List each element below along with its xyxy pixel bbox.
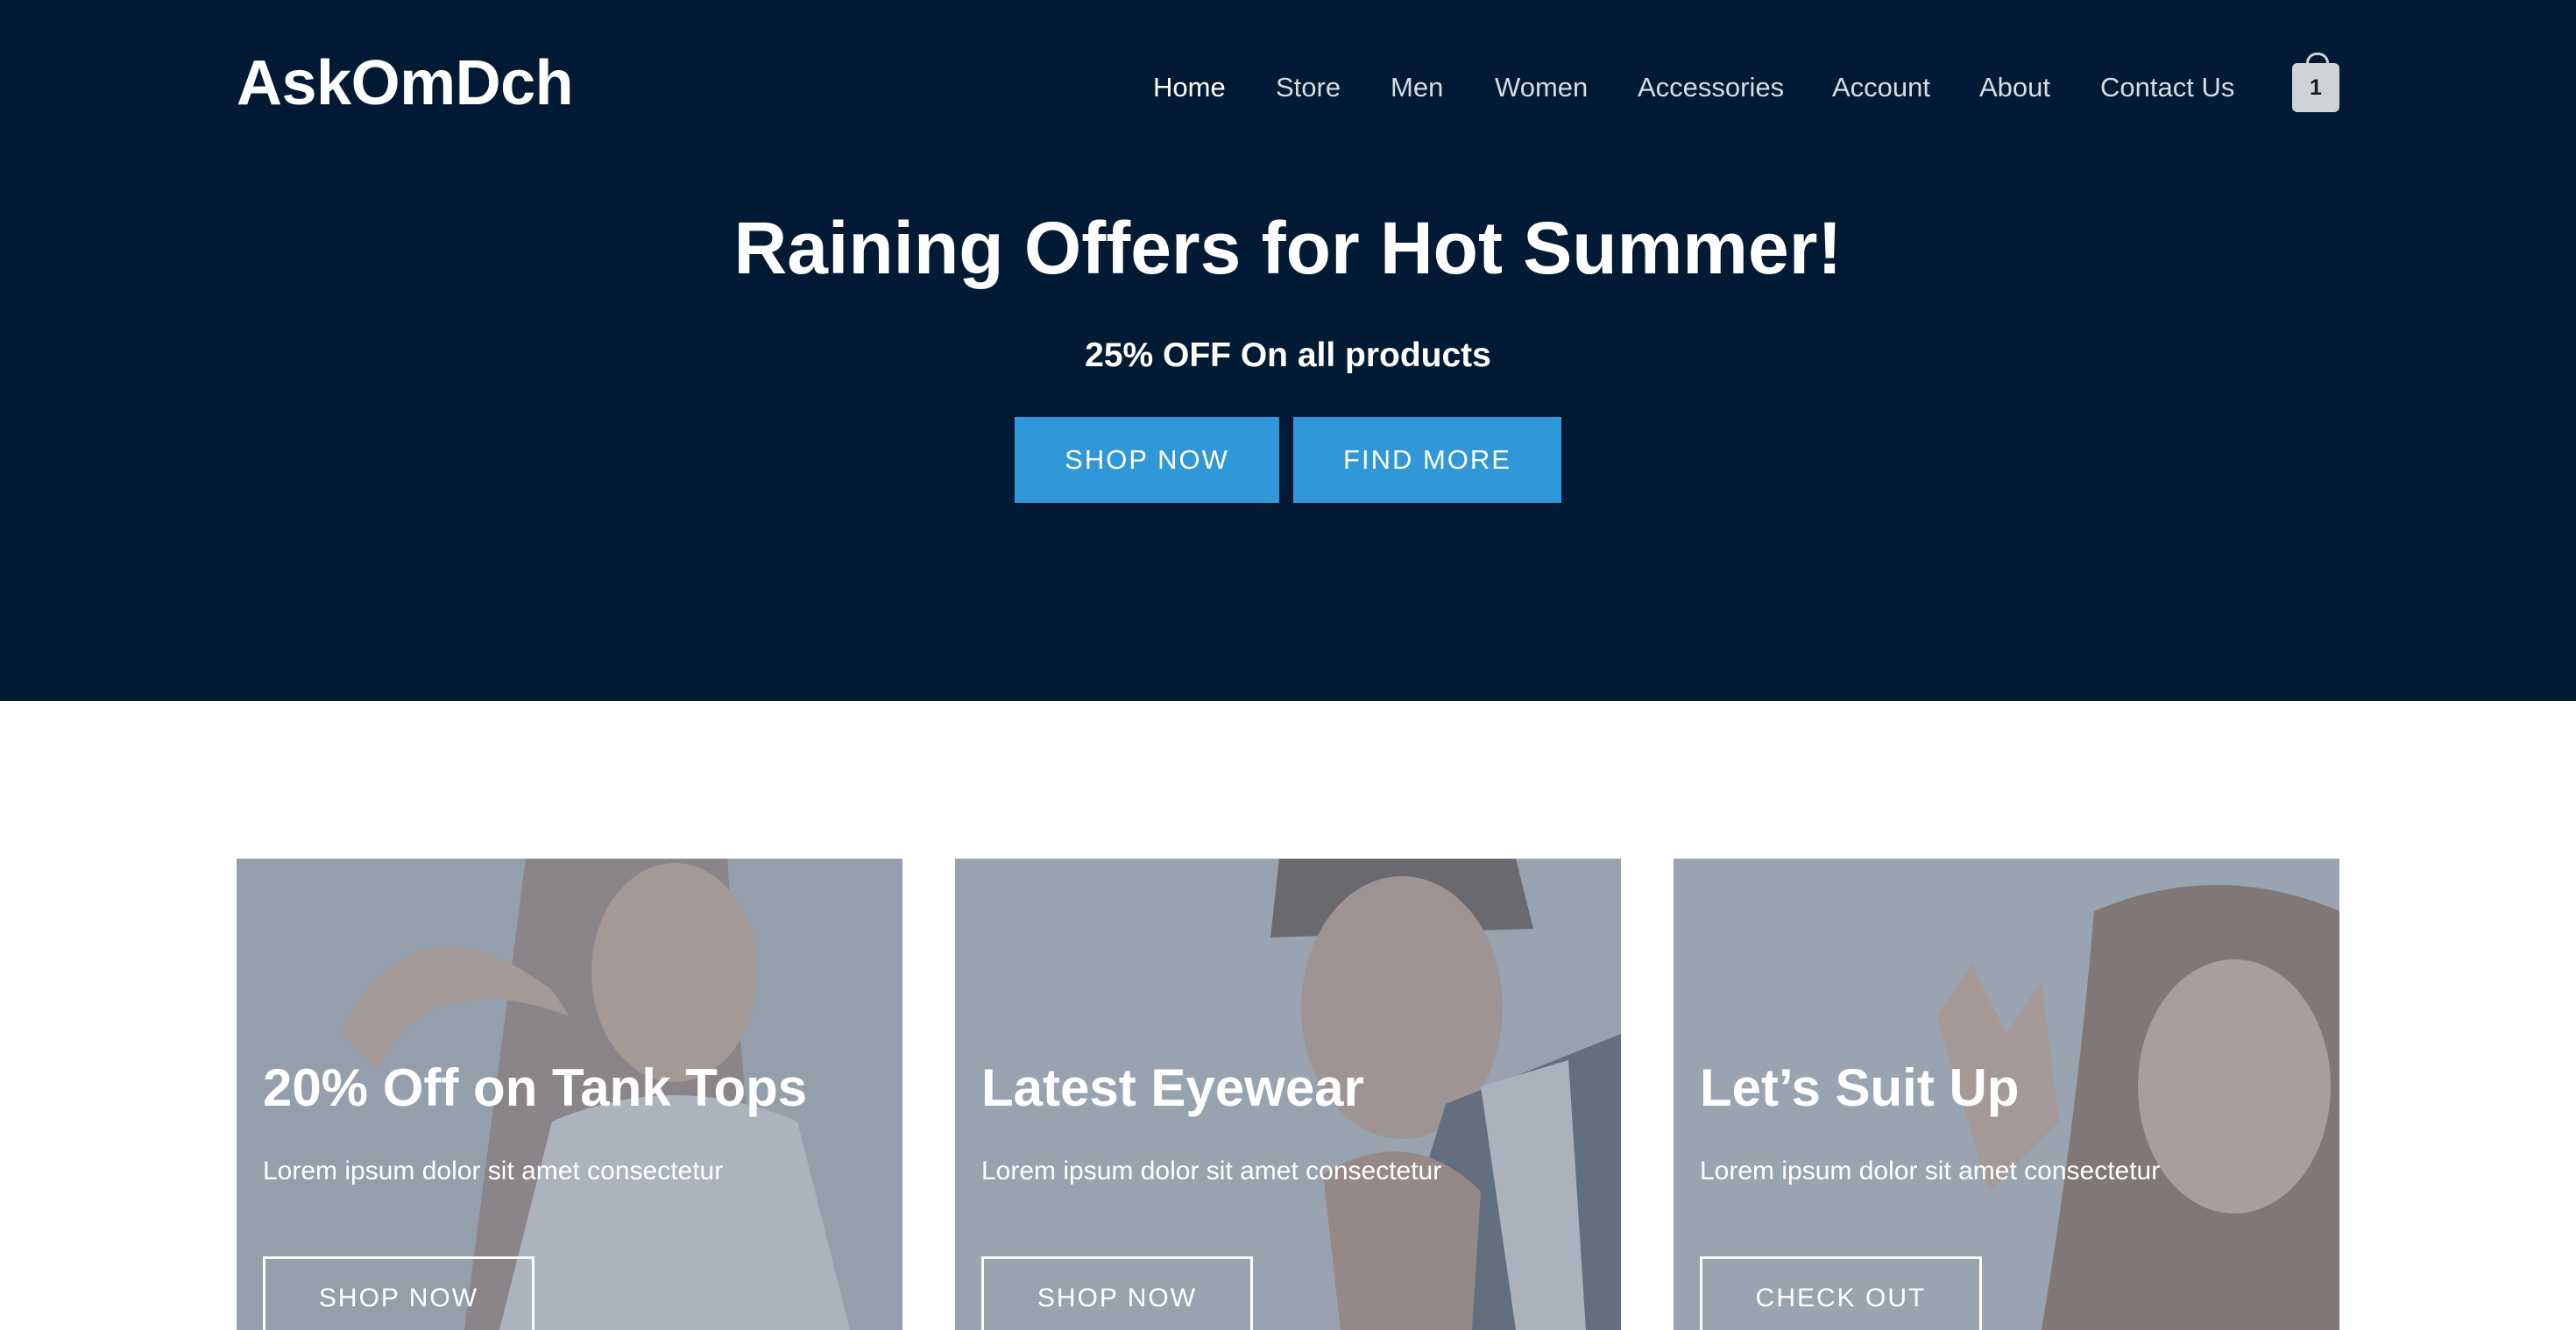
nav-item-men[interactable]: Men [1391,63,1443,112]
nav-item-store[interactable]: Store [1276,63,1341,112]
nav-item-home[interactable]: Home [1153,63,1226,112]
shop-now-button[interactable]: SHOP NOW [1015,417,1279,503]
promo-text: Lorem ipsum dolor sit amet consectetur [263,1157,724,1185]
promo-card-suit-up[interactable]: Let’s Suit Up Lorem ipsum dolor sit amet… [1674,859,2339,1330]
cart-button[interactable]: 1 [2292,53,2339,112]
promo-text: Lorem ipsum dolor sit amet consectetur [1700,1157,2161,1185]
nav-item-accessories[interactable]: Accessories [1638,63,1784,112]
nav-item-account[interactable]: Account [1832,63,1930,112]
nav-item-contact-us[interactable]: Contact Us [2100,63,2234,112]
promo-shop-now-button[interactable]: SHOP NOW [981,1256,1253,1330]
hero-subtitle: 25% OFF On all products [1085,336,1491,374]
promo-title: 20% Off on Tank Tops [263,1058,808,1117]
cart-count-badge: 1 [2292,63,2339,112]
promo-shop-now-button[interactable]: SHOP NOW [263,1256,534,1330]
nav-item-about[interactable]: About [1979,63,2050,112]
promo-card-eyewear[interactable]: Latest Eyewear Lorem ipsum dolor sit ame… [955,859,1621,1330]
promo-card-tank-tops[interactable]: 20% Off on Tank Tops Lorem ipsum dolor s… [237,859,902,1330]
promo-check-out-button[interactable]: CHECK OUT [1700,1256,1982,1330]
promo-title: Let’s Suit Up [1700,1058,2020,1117]
nav-item-women[interactable]: Women [1495,63,1588,112]
hero-banner: AskOmDch Home Store Men Women Accessorie… [0,0,2576,701]
main-nav: Home Store Men Women Accessories Account… [0,63,2576,112]
promo-title: Latest Eyewear [981,1058,1364,1117]
find-more-button[interactable]: FIND MORE [1293,417,1561,503]
hero-title: Raining Offers for Hot Summer! [733,207,1843,289]
promo-text: Lorem ipsum dolor sit amet consectetur [981,1157,1442,1185]
